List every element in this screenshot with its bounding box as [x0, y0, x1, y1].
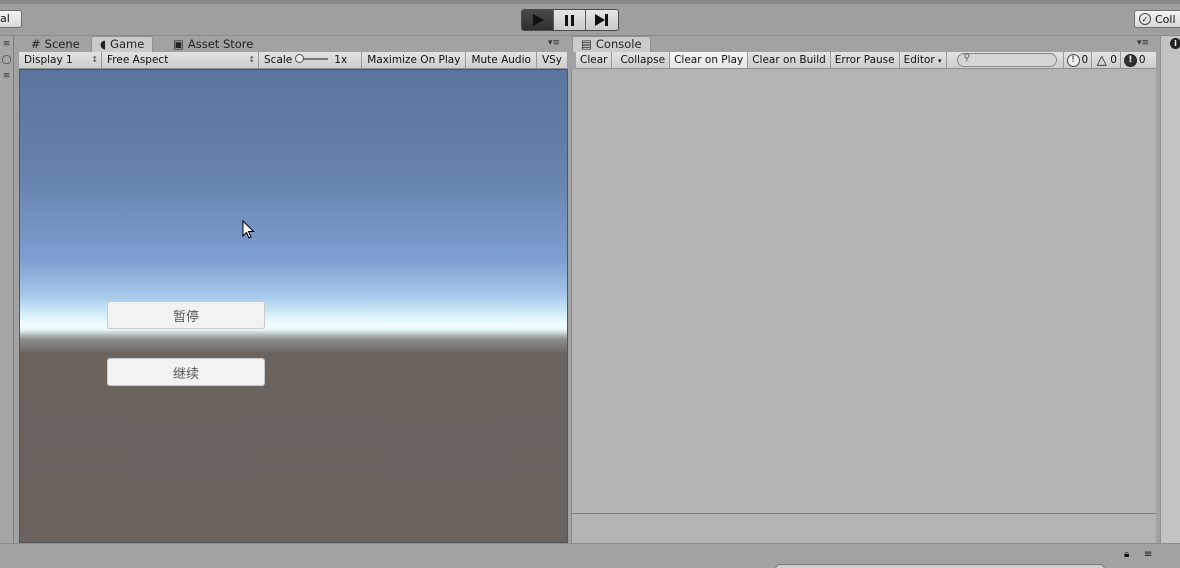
- play-controls: [521, 9, 619, 31]
- clear-on-build-toggle[interactable]: Clear on Build: [748, 52, 831, 68]
- clear-button[interactable]: Clear: [576, 52, 613, 68]
- tab-console-label: Console: [595, 37, 642, 51]
- info-count-toggle[interactable]: ! 0: [1062, 52, 1092, 68]
- game-view[interactable]: 暂停 继续: [19, 69, 568, 543]
- error-pause-toggle[interactable]: Error Pause: [831, 52, 900, 68]
- console-doc-icon: ▤: [581, 37, 592, 51]
- collab-button[interactable]: ✓ Coll: [1134, 10, 1180, 28]
- lock-icon[interactable]: 🔒︎: [1124, 549, 1129, 560]
- display-dropdown[interactable]: Display 1: [19, 52, 103, 68]
- console-panel-menu-icon[interactable]: ▾≡: [1137, 38, 1149, 48]
- mute-audio-toggle[interactable]: Mute Audio: [466, 52, 537, 68]
- main-toolbar: al ✓ Coll: [0, 0, 1180, 36]
- bottom-search-field[interactable]: [775, 564, 1105, 568]
- warning-count-toggle[interactable]: △ 0: [1091, 52, 1120, 68]
- bottom-menu-icon[interactable]: ≡: [1144, 549, 1152, 560]
- console-search-input[interactable]: ⚲: [956, 53, 1057, 67]
- pause-game-button[interactable]: 暂停: [107, 301, 265, 329]
- console-toolbar: Clear Collapse Clear on Play Clear on Bu…: [576, 52, 1156, 69]
- error-icon: !: [1123, 53, 1137, 67]
- scene-grid-icon: #: [31, 36, 41, 51]
- tab-asset-store-label: Asset Store: [187, 36, 254, 51]
- bottom-panel-bar: 🔒︎ ≡: [0, 543, 1180, 568]
- collab-label: Coll: [1155, 12, 1176, 26]
- search-icon: ⚲: [963, 53, 971, 63]
- check-icon: ✓: [1139, 13, 1151, 25]
- info-message-icon: !: [1066, 53, 1080, 67]
- panel-menu-icon[interactable]: ≡: [0, 38, 13, 50]
- pause-icon: [564, 14, 574, 26]
- layout-button[interactable]: al: [0, 10, 22, 28]
- pause-button[interactable]: [554, 10, 586, 30]
- tab-scene-label: Scene: [44, 36, 80, 51]
- resume-game-button[interactable]: 继续: [107, 358, 265, 386]
- game-pacman-icon: ◖: [100, 37, 107, 51]
- collapse-toggle[interactable]: Collapse: [616, 52, 671, 68]
- play-icon: [532, 14, 544, 26]
- inspector-strip: i: [1160, 36, 1180, 544]
- scale-value: 1x: [334, 54, 348, 66]
- game-panel-menu-icon[interactable]: ▾≡: [548, 38, 560, 48]
- console-log-list[interactable]: [571, 69, 1156, 513]
- scale-slider[interactable]: Scale 1x: [259, 52, 363, 68]
- inspector-info-icon[interactable]: i: [1170, 38, 1180, 49]
- error-count: 0: [1138, 54, 1146, 66]
- search-circle-icon[interactable]: ◯: [0, 54, 13, 66]
- error-count-toggle[interactable]: ! 0: [1119, 52, 1149, 68]
- store-bag-icon: ▣: [173, 36, 184, 51]
- panel-menu-icon-2[interactable]: ≡: [0, 70, 13, 82]
- console-detail-area[interactable]: [571, 513, 1156, 543]
- game-tabbar: # Scene ◖ Game ▣ Asset Store ▾≡: [19, 36, 568, 52]
- game-view-toolbar: Display 1 Free Aspect Scale 1x Maximize O…: [19, 52, 568, 69]
- left-panel-strip: ≡ ◯ ≡: [0, 36, 14, 544]
- vsync-toggle[interactable]: VSy: [537, 52, 568, 68]
- aspect-dropdown[interactable]: Free Aspect: [102, 52, 260, 68]
- warning-count: 0: [1110, 54, 1117, 66]
- mouse-cursor-icon: [242, 220, 255, 239]
- scale-thumb[interactable]: [295, 54, 305, 63]
- warning-triangle-icon: △: [1096, 52, 1107, 68]
- info-count: 0: [1081, 54, 1089, 66]
- tab-game-label: Game: [110, 37, 145, 51]
- tab-game[interactable]: ◖ Game: [91, 36, 154, 52]
- tab-console[interactable]: ▤ Console: [572, 36, 651, 52]
- step-button[interactable]: [586, 10, 618, 30]
- scale-label: Scale: [264, 54, 293, 66]
- tab-scene[interactable]: # Scene: [23, 36, 88, 52]
- dropdown-arrow-icon: ▾: [938, 57, 942, 65]
- maximize-on-play-toggle[interactable]: Maximize On Play: [362, 52, 467, 68]
- editor-dropdown[interactable]: Editor ▾: [900, 52, 947, 68]
- scale-track[interactable]: [295, 54, 329, 63]
- step-icon: [595, 14, 608, 26]
- play-button[interactable]: [522, 10, 554, 30]
- clear-on-play-toggle[interactable]: Clear on Play: [670, 52, 749, 68]
- tab-asset-store[interactable]: ▣ Asset Store: [165, 36, 261, 52]
- console-tabbar: ▤ Console ▾≡: [571, 36, 1156, 52]
- editor-label: Editor: [903, 54, 935, 66]
